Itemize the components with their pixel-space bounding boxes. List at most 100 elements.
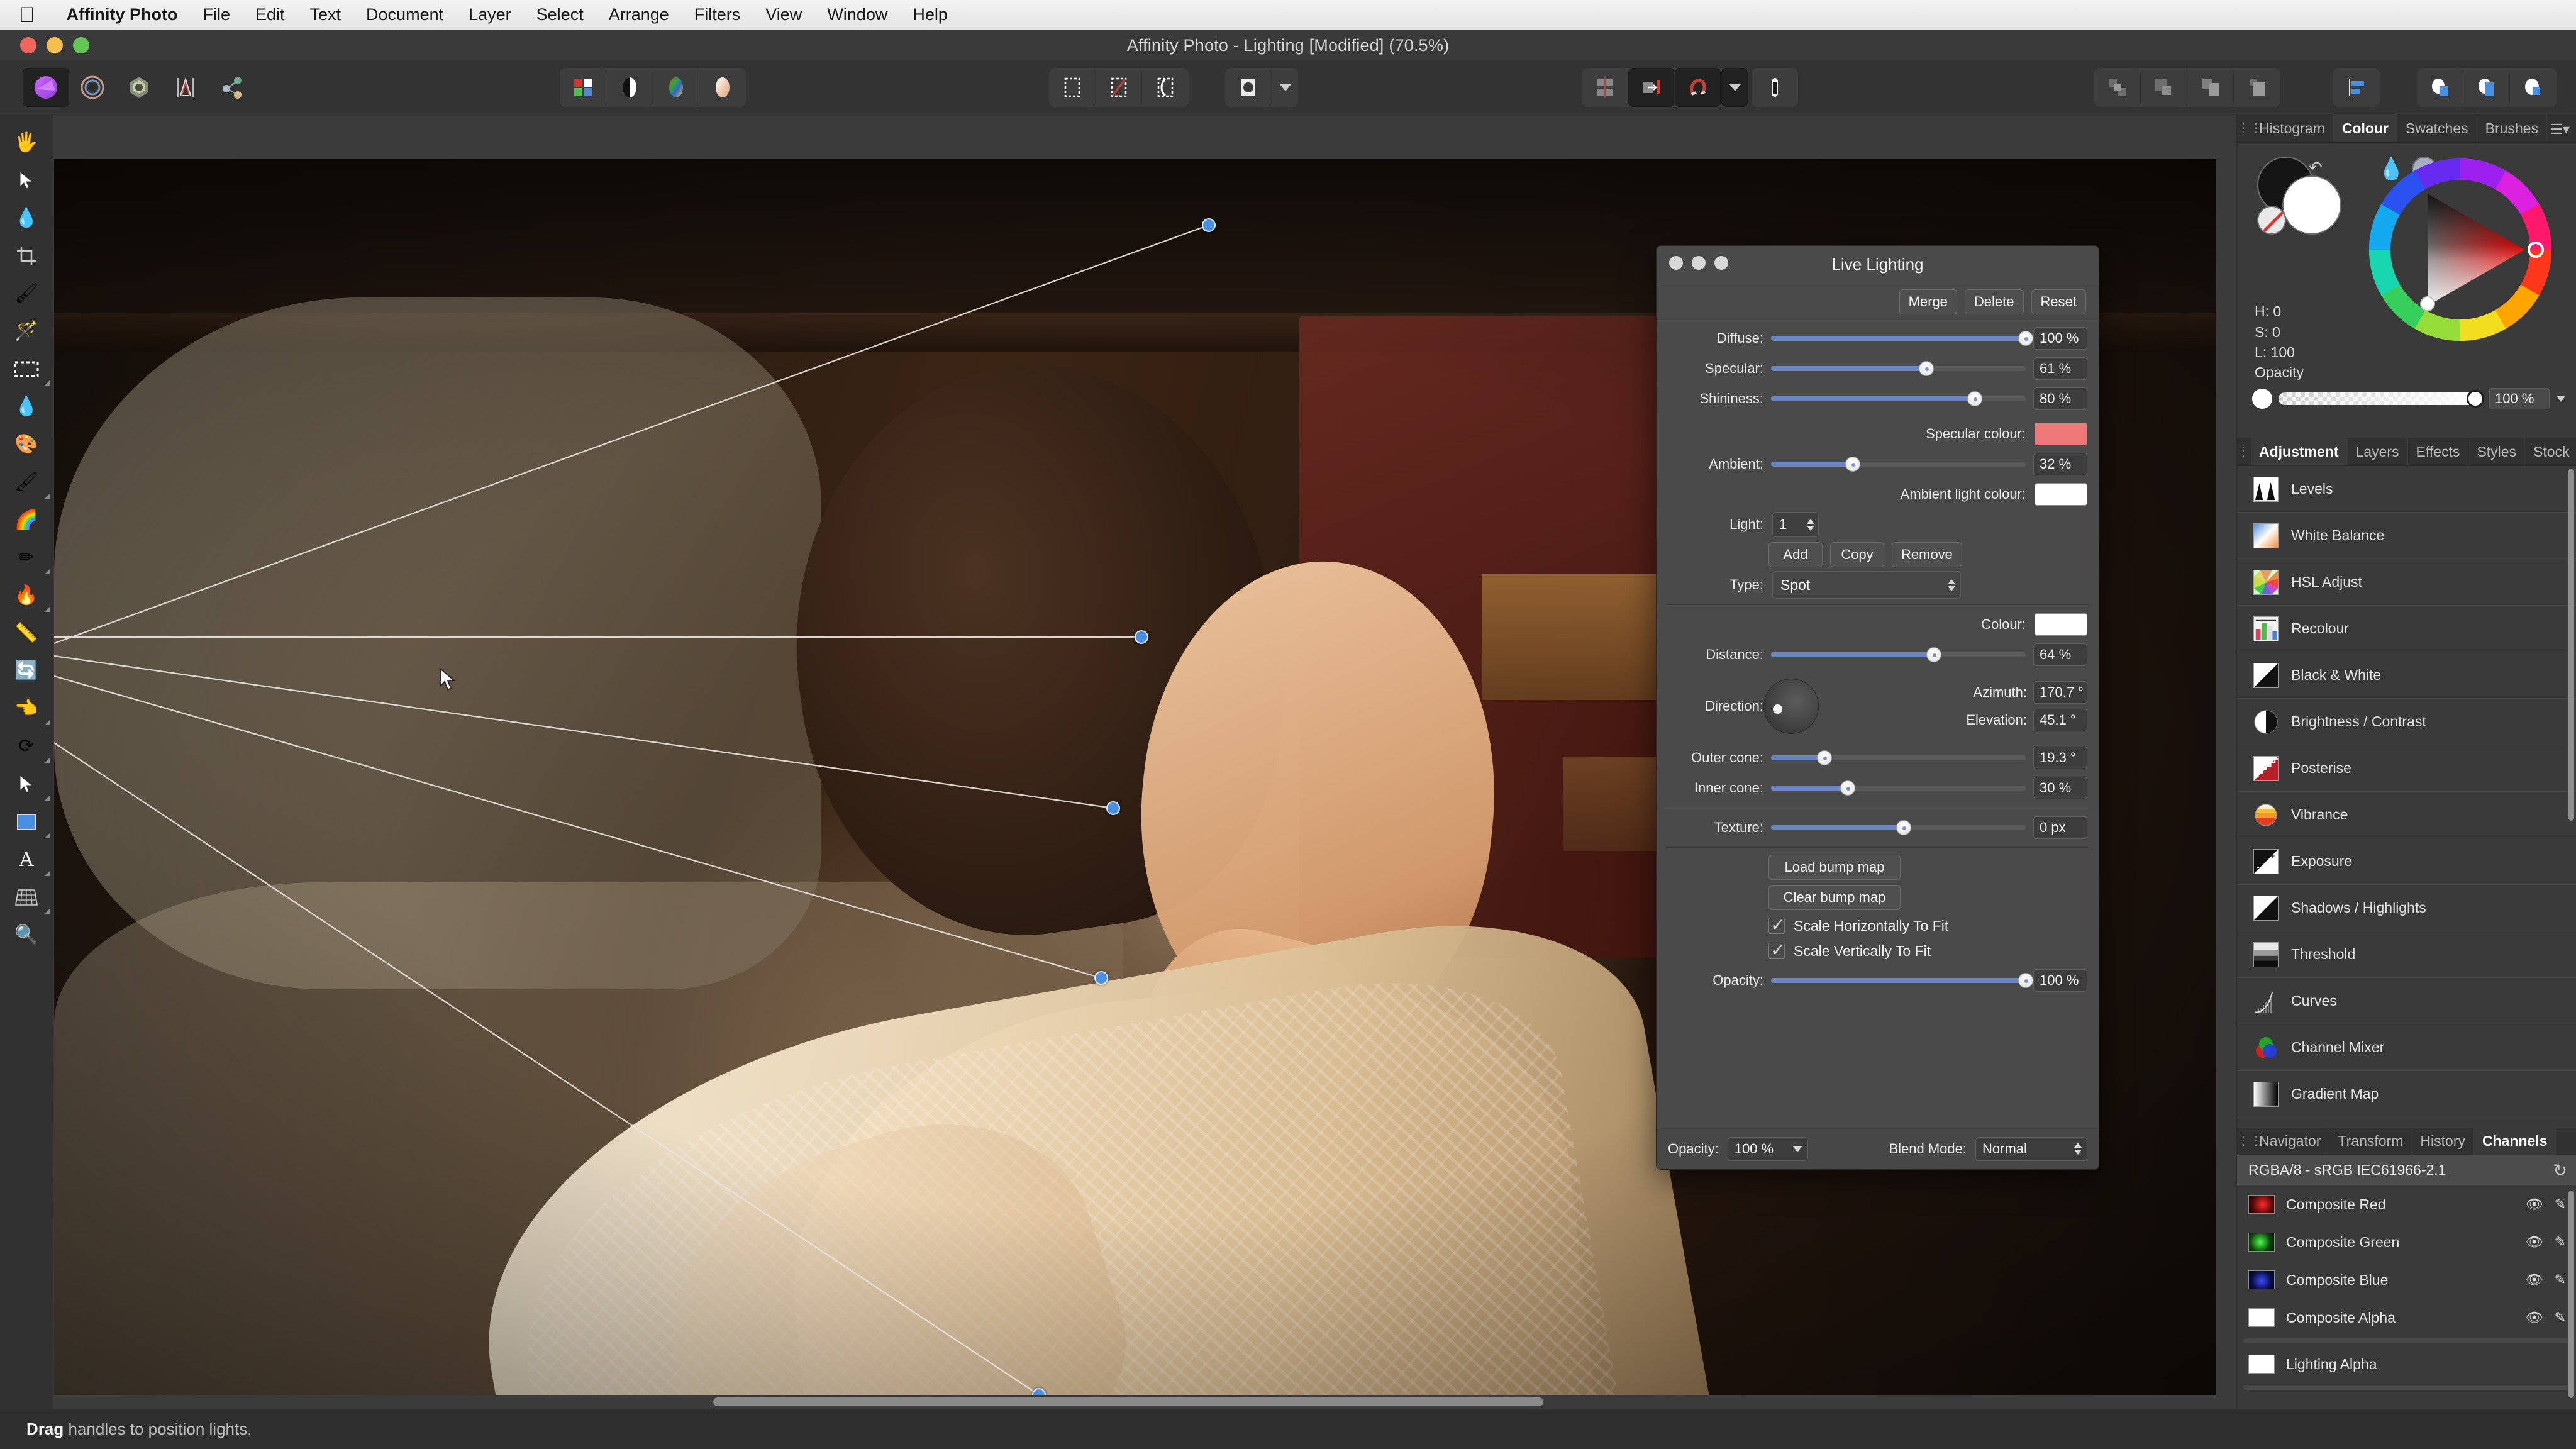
- separated-mode-button[interactable]: [560, 68, 606, 107]
- merge-button[interactable]: Merge: [1899, 289, 1957, 314]
- menu-item-select[interactable]: Select: [524, 5, 596, 25]
- panel-grip-icon[interactable]: ⋮⋮: [2237, 114, 2262, 142]
- snapping-toggle-button[interactable]: [1582, 68, 1628, 107]
- channel-edit-pencil-icon[interactable]: ✎: [2555, 1272, 2566, 1288]
- tab-layers[interactable]: Layers: [2348, 438, 2408, 465]
- layer-opacity-value[interactable]: 100 %: [2033, 969, 2087, 992]
- light-handle-1[interactable]: [1202, 218, 1216, 232]
- tab-adjustment[interactable]: Adjustment: [2251, 438, 2348, 465]
- magnet-snapping-button[interactable]: [1675, 68, 1721, 107]
- tool-selection-brush[interactable]: 🖌: [0, 275, 53, 313]
- marquee-select-button[interactable]: [1049, 68, 1096, 107]
- tool-undo-brush[interactable]: 🔄: [0, 652, 53, 690]
- light-handle-2[interactable]: [1135, 630, 1148, 644]
- diffuse-value[interactable]: 100 %: [2033, 327, 2087, 350]
- adjustment-item-vibrance[interactable]: Vibrance: [2237, 792, 2576, 838]
- panel-grip-icon[interactable]: ⋮⋮: [2237, 438, 2262, 465]
- layer-opacity-slider[interactable]: [1771, 973, 2033, 988]
- menu-item-view[interactable]: View: [753, 5, 814, 25]
- channel-visibility-eye-icon[interactable]: 👁: [2526, 1272, 2543, 1288]
- adjustment-item-recolour[interactable]: Recolour: [2237, 606, 2576, 652]
- mask-mode-button[interactable]: [1225, 68, 1272, 107]
- arrange-front-button[interactable]: [2094, 68, 2141, 107]
- tab-navigator[interactable]: Navigator: [2251, 1127, 2330, 1155]
- tool-flood-select[interactable]: 🪄: [0, 313, 53, 350]
- tool-erase-brush[interactable]: ✏: [0, 539, 53, 577]
- apple-icon[interactable]: : [19, 4, 35, 26]
- ambient-light-colour-swatch[interactable]: [2035, 483, 2087, 506]
- tool-flood-fill[interactable]: 💧: [0, 388, 53, 426]
- tool-paint-mixer[interactable]: 🌈: [0, 501, 53, 539]
- photo-persona-button[interactable]: [23, 68, 69, 107]
- tab-histogram[interactable]: Histogram: [2251, 114, 2334, 142]
- tone-mapping-persona-button[interactable]: [162, 68, 209, 107]
- channel-row-composite-alpha[interactable]: Composite Alpha 👁 ✎: [2237, 1299, 2576, 1336]
- colour-wheel[interactable]: [2360, 149, 2561, 350]
- diffuse-slider[interactable]: [1771, 331, 2033, 346]
- arrange-forward-button[interactable]: [2141, 68, 2187, 107]
- menu-item-filters[interactable]: Filters: [682, 5, 753, 25]
- tool-move[interactable]: [0, 162, 53, 199]
- clear-bump-map-button[interactable]: Clear bump map: [1768, 885, 1901, 910]
- channel-visibility-eye-icon[interactable]: 👁: [2526, 1309, 2543, 1326]
- channels-scrollbar[interactable]: [2568, 1191, 2574, 1398]
- arrange-backward-button[interactable]: [2187, 68, 2234, 107]
- delete-button[interactable]: Delete: [1964, 289, 2024, 314]
- reset-button[interactable]: Reset: [2031, 289, 2086, 314]
- channel-row-composite-blue[interactable]: Composite Blue 👁 ✎: [2237, 1261, 2576, 1299]
- panel-grip-icon[interactable]: ⋮⋮: [2237, 1127, 2262, 1155]
- load-bump-map-button[interactable]: Load bump map: [1768, 855, 1901, 880]
- specular-colour-swatch[interactable]: [2035, 423, 2087, 445]
- foreground-colour-swatch[interactable]: [2282, 175, 2341, 235]
- scrollbar-thumb[interactable]: [713, 1397, 1543, 1406]
- channel-row-lighting-alpha[interactable]: Lighting Alpha: [2237, 1345, 2576, 1383]
- channel-row-composite-green[interactable]: Composite Green 👁 ✎: [2237, 1223, 2576, 1261]
- adjustment-item-gradient-map[interactable]: Gradient Map: [2237, 1071, 2576, 1118]
- menu-item-help[interactable]: Help: [900, 5, 960, 25]
- tool-crop[interactable]: [0, 237, 53, 275]
- adjustment-item-black-and-white[interactable]: Black & White: [2237, 652, 2576, 699]
- tool-rectangle[interactable]: [0, 803, 53, 841]
- mirror-view-button[interactable]: [653, 68, 699, 107]
- tool-smudge-brush[interactable]: 👈: [0, 690, 53, 728]
- direction-knob[interactable]: [1763, 679, 1819, 734]
- light-colour-swatch[interactable]: [2035, 613, 2087, 636]
- colour-opacity-slider[interactable]: [2279, 390, 2484, 408]
- canvas-horizontal-scrollbar[interactable]: [53, 1395, 2236, 1409]
- specular-value[interactable]: 61 %: [2033, 357, 2087, 380]
- swap-colours-icon[interactable]: ↶: [2309, 158, 2323, 177]
- tool-blur-brush[interactable]: ⟳: [0, 728, 53, 765]
- tab-colour[interactable]: Colour: [2333, 114, 2397, 142]
- inner-cone-slider[interactable]: [1771, 780, 2026, 796]
- reset-channels-icon[interactable]: ↻: [2553, 1161, 2567, 1180]
- tab-channels[interactable]: Channels: [2473, 1127, 2557, 1155]
- menu-item-layer[interactable]: Layer: [456, 5, 524, 25]
- split-view-button[interactable]: [606, 68, 653, 107]
- adjustment-item-channel-mixer[interactable]: Channel Mixer: [2237, 1024, 2576, 1071]
- liquify-persona-button[interactable]: [69, 68, 116, 107]
- tab-styles[interactable]: Styles: [2468, 438, 2526, 465]
- menu-item-affinity-photo[interactable]: Affinity Photo: [54, 5, 191, 25]
- tab-swatches[interactable]: Swatches: [2397, 114, 2477, 142]
- magnet-snapping-dropdown[interactable]: [1721, 68, 1748, 107]
- snapping-candidates-button[interactable]: [1628, 68, 1675, 107]
- deselect-button[interactable]: [1096, 68, 1142, 107]
- tool-marquee[interactable]: [0, 350, 53, 388]
- colour-opacity-value[interactable]: 100 %: [2489, 388, 2550, 409]
- channel-edit-pencil-icon[interactable]: ✎: [2555, 1196, 2566, 1213]
- assistant-button[interactable]: [1752, 68, 1798, 107]
- tool-colour-picker[interactable]: 💧: [0, 199, 53, 237]
- adjustment-item-white-balance[interactable]: White Balance: [2237, 513, 2576, 559]
- opacity-slider-knob[interactable]: [2467, 390, 2484, 408]
- adjustment-item-shadows-highlights[interactable]: Shadows / Highlights: [2237, 885, 2576, 931]
- tool-node[interactable]: [0, 765, 53, 803]
- footer-blend-mode-select[interactable]: Normal: [1975, 1136, 2087, 1161]
- specular-slider[interactable]: [1771, 361, 2026, 376]
- develop-persona-button[interactable]: [116, 68, 162, 107]
- shininess-value[interactable]: 80 %: [2033, 387, 2087, 410]
- add-light-button[interactable]: Add: [1768, 542, 1823, 567]
- export-persona-button[interactable]: [209, 68, 255, 107]
- ambient-slider[interactable]: [1771, 457, 2026, 472]
- tool-gradient[interactable]: 🎨: [0, 426, 53, 464]
- outer-cone-value[interactable]: 19.3 °: [2033, 747, 2087, 769]
